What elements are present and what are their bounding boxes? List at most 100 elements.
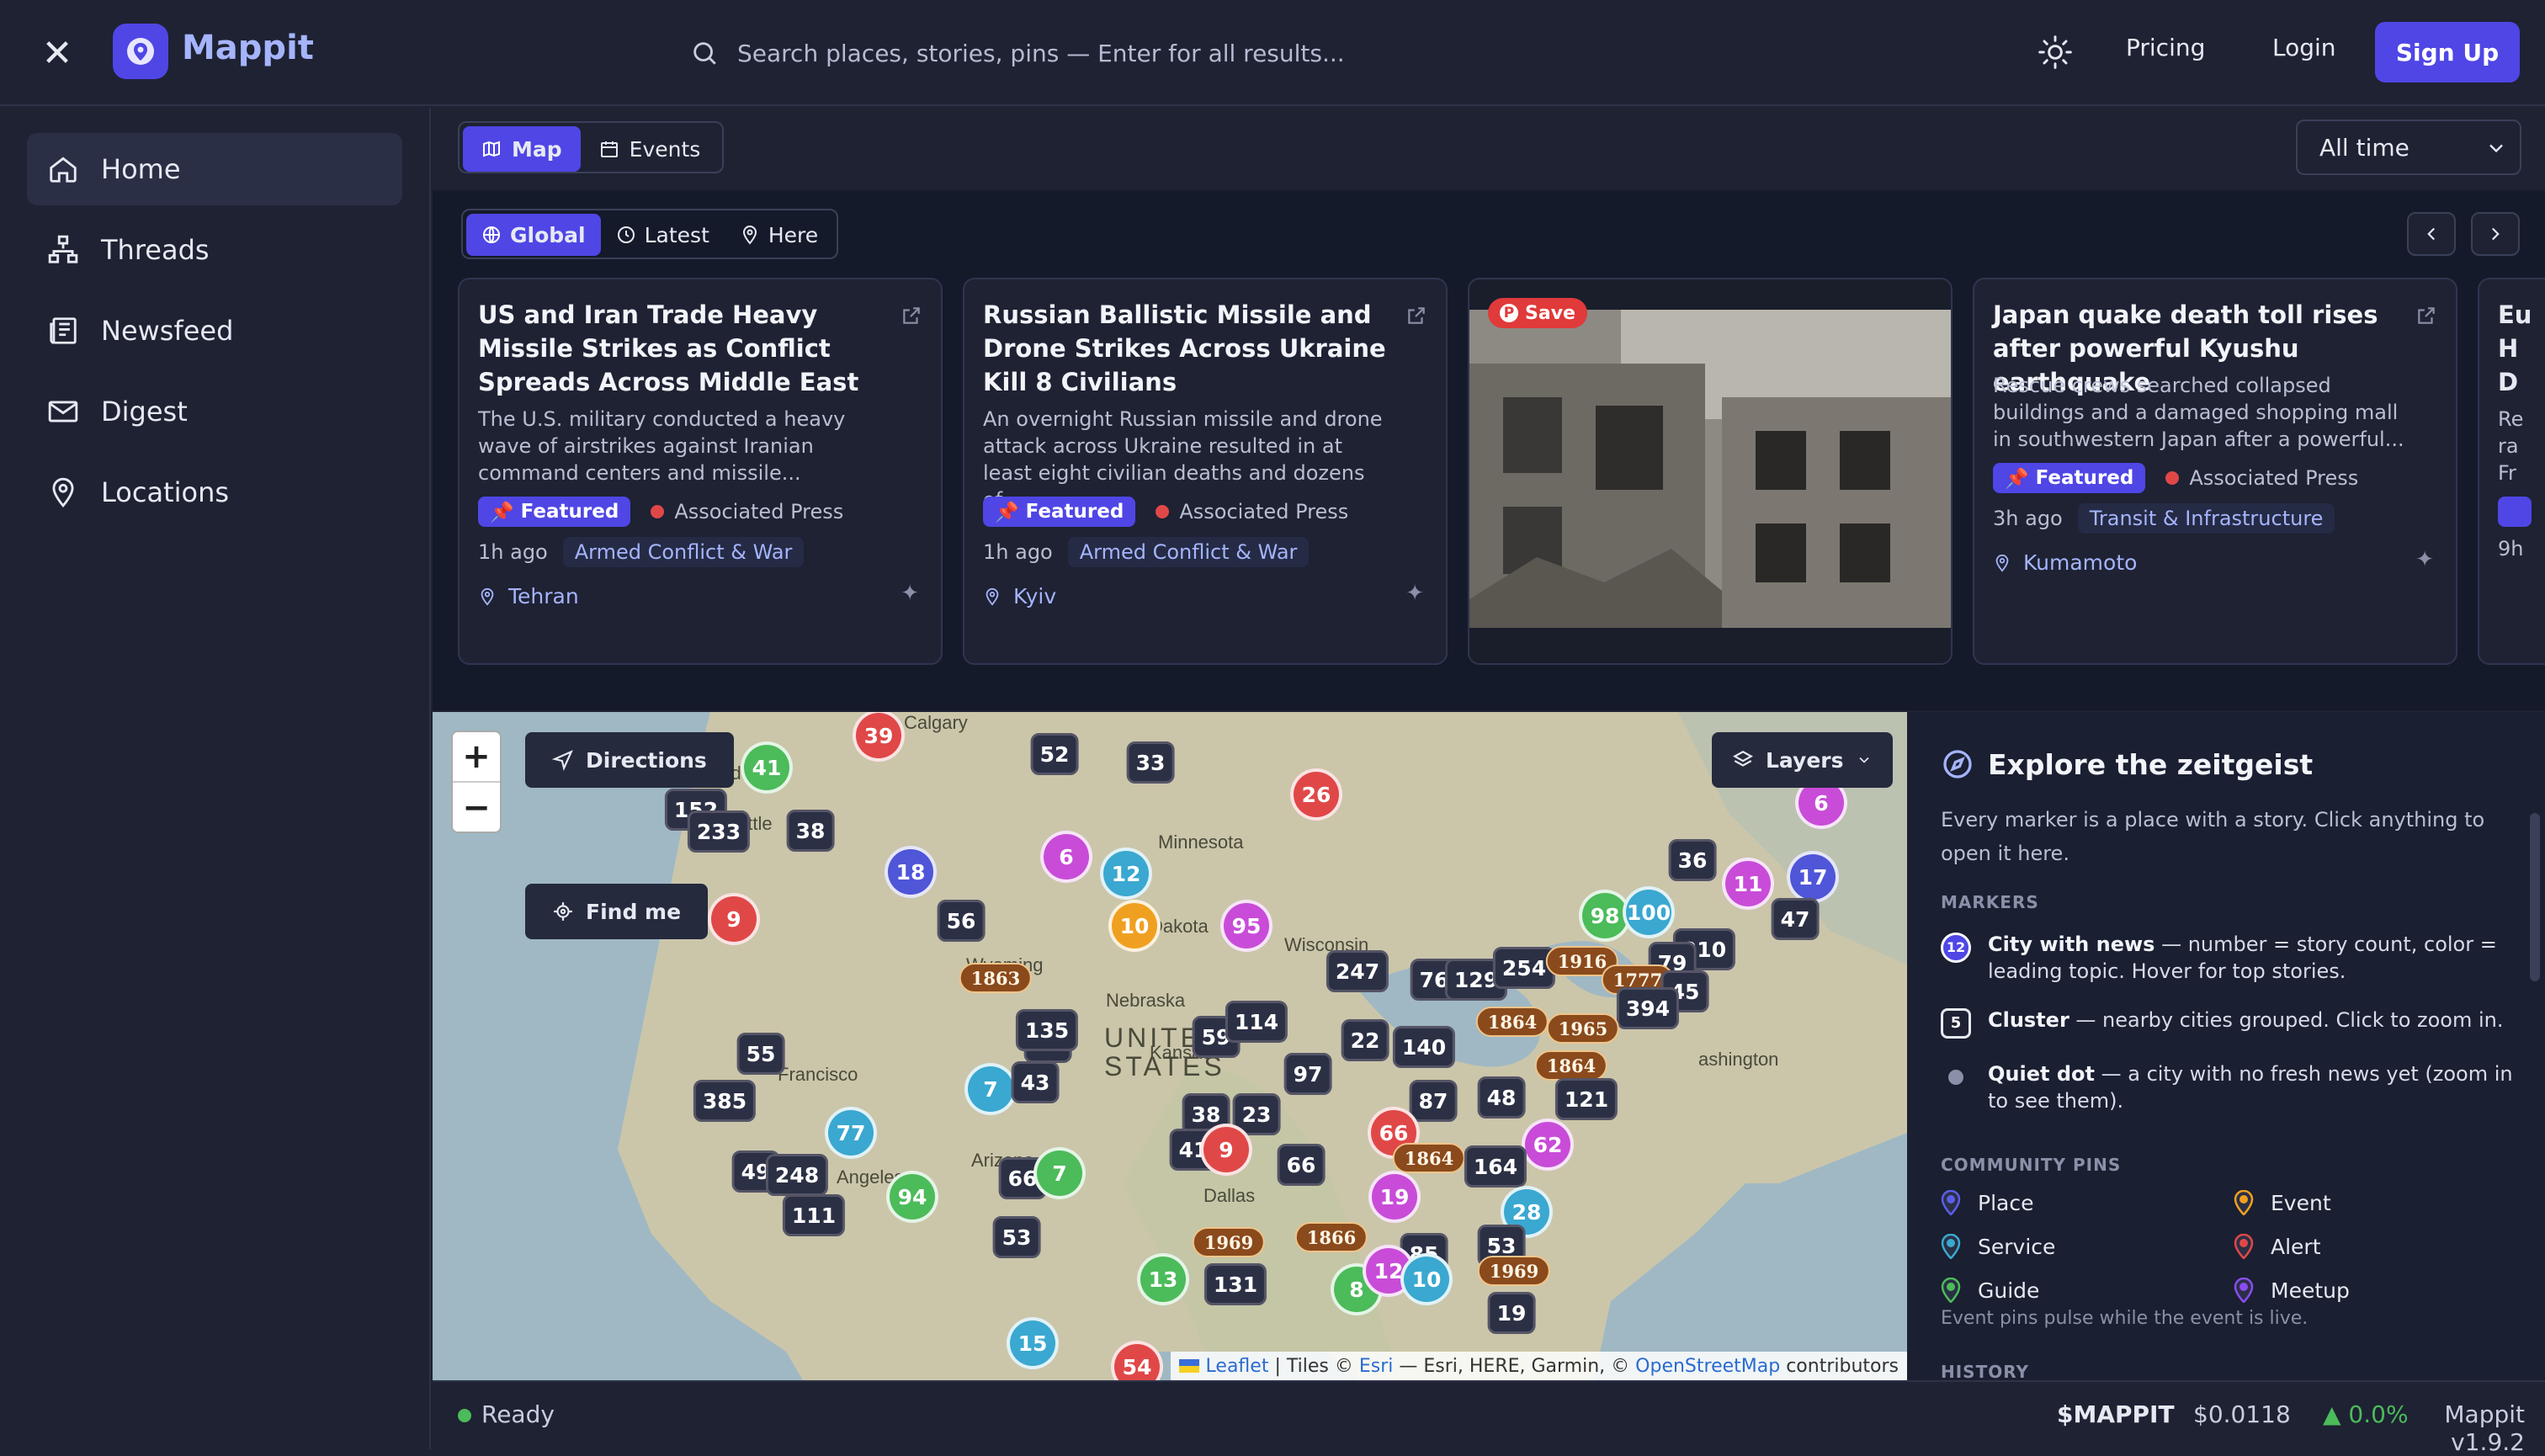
sparkle-icon[interactable]: ✦: [1405, 581, 1424, 606]
zoom-out-button[interactable]: −: [453, 783, 500, 833]
city-news-marker[interactable]: 100: [1623, 886, 1675, 938]
cluster-marker[interactable]: 56: [937, 900, 986, 942]
cluster-marker[interactable]: 38: [786, 810, 835, 852]
card-title[interactable]: Russian Ballistic Missile and Drone Stri…: [983, 298, 1387, 399]
close-icon[interactable]: ✕: [40, 35, 74, 72]
history-year-marker[interactable]: 1864: [1475, 1007, 1549, 1037]
tab-events[interactable]: Events: [581, 126, 720, 172]
history-year-marker[interactable]: 1969: [1477, 1256, 1551, 1286]
city-news-marker[interactable]: 41: [741, 741, 793, 794]
explore-scrollbar[interactable]: [2530, 813, 2540, 981]
news-card[interactable]: Japan quake death toll rises after power…: [1973, 278, 2457, 665]
map-view[interactable]: Calgary Minnesota Wisconsin Dakota Wyomi…: [433, 712, 1907, 1380]
sidebar-item-locations[interactable]: Locations: [27, 456, 402, 529]
city-news-marker[interactable]: 10: [1108, 900, 1161, 952]
city-news-marker[interactable]: 7: [964, 1063, 1017, 1115]
city-news-marker[interactable]: 12: [1100, 848, 1152, 900]
city-news-marker[interactable]: 13: [1137, 1253, 1189, 1305]
theme-toggle-sun-icon[interactable]: [2037, 34, 2074, 74]
city-news-marker[interactable]: 10: [1400, 1253, 1453, 1305]
cluster-marker[interactable]: 131: [1203, 1263, 1267, 1305]
city-news-marker[interactable]: 26: [1290, 768, 1342, 821]
mappit-logo[interactable]: [113, 24, 168, 79]
time-filter-select[interactable]: All time: [2296, 120, 2521, 175]
osm-link[interactable]: OpenStreetMap: [1635, 1356, 1780, 1377]
image-card[interactable]: P Save: [1468, 278, 1953, 665]
history-year-marker[interactable]: 1965: [1546, 1013, 1620, 1044]
topic-tag[interactable]: Transit & Infrastructure: [2077, 503, 2335, 534]
city-news-marker[interactable]: 77: [825, 1107, 877, 1159]
cluster-marker[interactable]: 385: [693, 1080, 757, 1122]
city-news-marker[interactable]: 11: [1722, 858, 1774, 910]
city-news-marker[interactable]: 7: [1033, 1147, 1086, 1199]
cluster-marker[interactable]: 394: [1616, 987, 1680, 1029]
topic-tag[interactable]: Armed Conflict & War: [562, 537, 805, 567]
cluster-marker[interactable]: 233: [687, 810, 751, 853]
news-card[interactable]: Russian Ballistic Missile and Drone Stri…: [963, 278, 1448, 665]
login-link[interactable]: Login: [2272, 34, 2336, 61]
cluster-marker[interactable]: 247: [1326, 950, 1389, 992]
directions-button[interactable]: Directions: [525, 732, 734, 788]
cluster-marker[interactable]: 135: [1015, 1009, 1079, 1051]
cluster-marker[interactable]: 52: [1030, 733, 1079, 775]
external-link-icon[interactable]: [2415, 305, 2437, 327]
external-link-icon[interactable]: [1405, 305, 1427, 327]
token-ticker[interactable]: $MAPPIT: [2057, 1400, 2175, 1428]
pricing-link[interactable]: Pricing: [2126, 34, 2205, 61]
cluster-marker[interactable]: 55: [736, 1033, 785, 1075]
cluster-marker[interactable]: 66: [1277, 1144, 1326, 1186]
layers-button[interactable]: Layers: [1712, 732, 1893, 788]
card-location[interactable]: Kyiv: [983, 584, 1056, 608]
history-year-marker[interactable]: 1969: [1192, 1227, 1266, 1257]
tab-latest[interactable]: Latest: [601, 214, 725, 256]
cluster-marker[interactable]: 164: [1464, 1145, 1528, 1188]
card-location[interactable]: Tehran: [478, 584, 579, 608]
cluster-marker[interactable]: 254: [1492, 947, 1556, 989]
leaflet-link[interactable]: Leaflet: [1206, 1356, 1269, 1377]
esri-link[interactable]: Esri: [1359, 1356, 1394, 1377]
search-bar[interactable]: [690, 25, 1448, 81]
sidebar-item-newsfeed[interactable]: Newsfeed: [27, 295, 402, 367]
cluster-marker[interactable]: 97: [1283, 1053, 1332, 1095]
cluster-marker[interactable]: 19: [1487, 1292, 1536, 1334]
cluster-marker[interactable]: 36: [1668, 839, 1717, 881]
news-card-partial[interactable]: Eu H D Re ra Fr 9h: [2478, 278, 2545, 665]
cluster-marker[interactable]: 47: [1771, 898, 1820, 940]
city-news-marker[interactable]: 15: [1007, 1317, 1059, 1369]
topic-tag[interactable]: Armed Conflict & War: [1067, 537, 1310, 567]
cluster-marker[interactable]: 140: [1392, 1026, 1456, 1068]
sidebar-item-threads[interactable]: Threads: [27, 214, 402, 286]
city-news-marker[interactable]: 9: [708, 893, 760, 945]
carousel-prev-button[interactable]: [2407, 212, 2456, 256]
city-news-marker[interactable]: 17: [1787, 851, 1839, 903]
cluster-marker[interactable]: 87: [1409, 1080, 1458, 1122]
city-news-marker[interactable]: 6: [1040, 831, 1092, 883]
cluster-marker[interactable]: 22: [1341, 1019, 1389, 1061]
carousel-next-button[interactable]: [2471, 212, 2520, 256]
cluster-marker[interactable]: 48: [1477, 1076, 1526, 1119]
city-news-marker[interactable]: 94: [886, 1171, 938, 1223]
pinterest-save-button[interactable]: P Save: [1488, 298, 1587, 328]
cluster-marker[interactable]: 53: [992, 1216, 1041, 1258]
cluster-marker[interactable]: 114: [1225, 1001, 1288, 1043]
history-year-marker[interactable]: 1864: [1534, 1050, 1608, 1081]
city-news-marker[interactable]: 18: [885, 846, 937, 898]
sparkle-icon[interactable]: ✦: [901, 581, 919, 606]
app-name[interactable]: Mappit: [182, 29, 314, 67]
sidebar-item-home[interactable]: Home: [27, 133, 402, 205]
card-title[interactable]: US and Iran Trade Heavy Missile Strikes …: [478, 298, 882, 399]
cluster-marker[interactable]: 121: [1554, 1078, 1618, 1120]
sidebar-item-digest[interactable]: Digest: [27, 375, 402, 448]
tab-global[interactable]: Global: [466, 214, 601, 256]
search-input[interactable]: [737, 39, 1427, 67]
tab-map[interactable]: Map: [463, 126, 581, 172]
card-location[interactable]: Kumamoto: [1993, 550, 2137, 575]
city-news-marker[interactable]: 39: [853, 712, 905, 762]
news-card[interactable]: US and Iran Trade Heavy Missile Strikes …: [458, 278, 943, 665]
sparkle-icon[interactable]: ✦: [2415, 547, 2434, 572]
signup-button[interactable]: Sign Up: [2375, 22, 2520, 82]
history-year-marker[interactable]: 1863: [959, 963, 1033, 993]
city-news-marker[interactable]: 62: [1522, 1119, 1574, 1171]
cluster-marker[interactable]: 111: [782, 1194, 846, 1236]
city-news-marker[interactable]: 95: [1220, 900, 1272, 952]
